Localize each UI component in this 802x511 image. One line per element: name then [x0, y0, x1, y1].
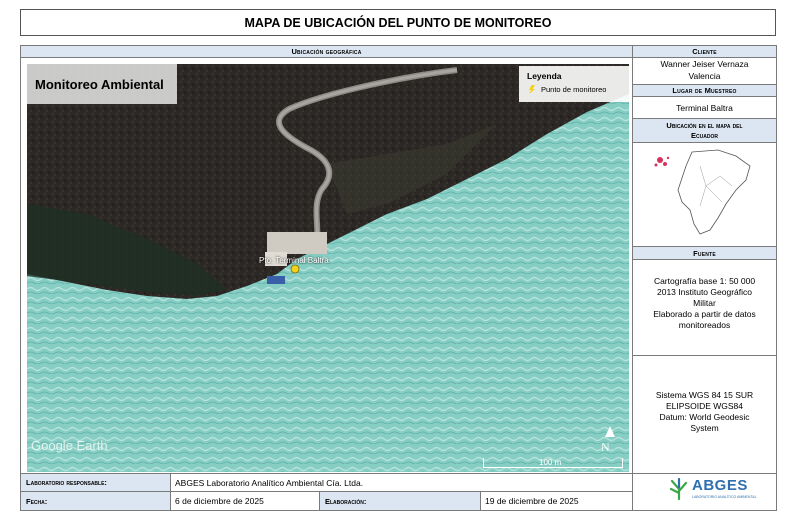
- cliente-name-line1: Wanner Jeiser Vernaza: [660, 58, 749, 69]
- legend-title: Leyenda: [527, 71, 562, 81]
- divider: [633, 473, 776, 474]
- fecha-value: 6 de diciembre de 2025: [175, 496, 264, 506]
- scale-label: 100 m: [539, 458, 562, 467]
- ubicacion-header-line2: Ecuador: [691, 131, 718, 140]
- fuente-line: Militar: [693, 298, 716, 308]
- responsable-label: Laboratorio responsable:: [21, 474, 170, 491]
- fuente-line: Cartografía base 1: 50 000: [653, 276, 756, 286]
- document-title: MAPA DE UBICACIÓN DEL PUNTO DE MONITOREO: [20, 9, 776, 36]
- abges-logo: ABGES LABORATORIO ANALÍTICO AMBIENTAL: [668, 477, 757, 505]
- sistema-text: Sistema WGS 84 15 SUR ELIPSOIDE WGS84 Da…: [633, 390, 776, 434]
- fuente-line: 2013 Instituto Geográfico: [657, 287, 752, 297]
- elaboracion-label: Elaboración:: [320, 492, 480, 510]
- map-overlay-title: Monitoreo Ambiental: [27, 64, 177, 104]
- lightning-icon: [529, 85, 535, 94]
- logo-text: ABGES: [692, 477, 748, 494]
- north-arrow-icon: [603, 426, 617, 438]
- lugar-header: Lugar de Muestreo: [633, 85, 776, 97]
- leaf-icon: [669, 477, 688, 501]
- satellite-map[interactable]: Monitoreo Ambiental Leyenda Punto de mon…: [27, 64, 629, 472]
- fuente-line: monitoreados: [678, 320, 731, 330]
- lugar-value: Terminal Baltra: [676, 102, 733, 113]
- fuente-line: Elaborado a partir de datos: [653, 309, 756, 319]
- sistema-line: Sistema WGS 84 15 SUR: [655, 390, 754, 400]
- sistema-line: System: [690, 423, 719, 433]
- sistema-line: ELIPSOIDE WGS84: [666, 401, 743, 411]
- ecuador-locator-map: [640, 146, 772, 240]
- fuente-header: Fuente: [633, 247, 776, 260]
- divider: [633, 355, 776, 356]
- cliente-header: Cliente: [633, 46, 776, 58]
- legend-item-label: Punto de monitoreo: [541, 85, 607, 94]
- map-header: Ubicación geográfica: [21, 46, 632, 58]
- google-earth-watermark: Google Earth: [31, 438, 108, 453]
- fecha-label: Fecha:: [21, 492, 170, 510]
- ubicacion-header-line1: Ubicación en el mapa del: [666, 121, 743, 130]
- ubicacion-header: Ubicación en el mapa del Ecuador: [633, 119, 776, 143]
- cliente-name-line2: Valencia: [688, 70, 721, 81]
- sistema-line: Datum: World Geodesic: [659, 412, 750, 422]
- fuente-text: Cartografía base 1: 50 000 2013 Institut…: [633, 276, 776, 331]
- point-label: Pto. Terminal Baltra: [259, 256, 329, 265]
- ecuador-map-icon: [654, 149, 751, 235]
- elaboracion-value: 19 de diciembre de 2025: [485, 496, 579, 506]
- responsable-value: ABGES Laboratorio Analítico Ambiental Cí…: [175, 477, 364, 488]
- logo-subtitle: LABORATORIO ANALÍTICO AMBIENTAL: [692, 495, 757, 499]
- map-legend: Leyenda Punto de monitoreo: [519, 66, 629, 102]
- satellite-imagery: [27, 64, 629, 472]
- north-label: N: [601, 440, 610, 454]
